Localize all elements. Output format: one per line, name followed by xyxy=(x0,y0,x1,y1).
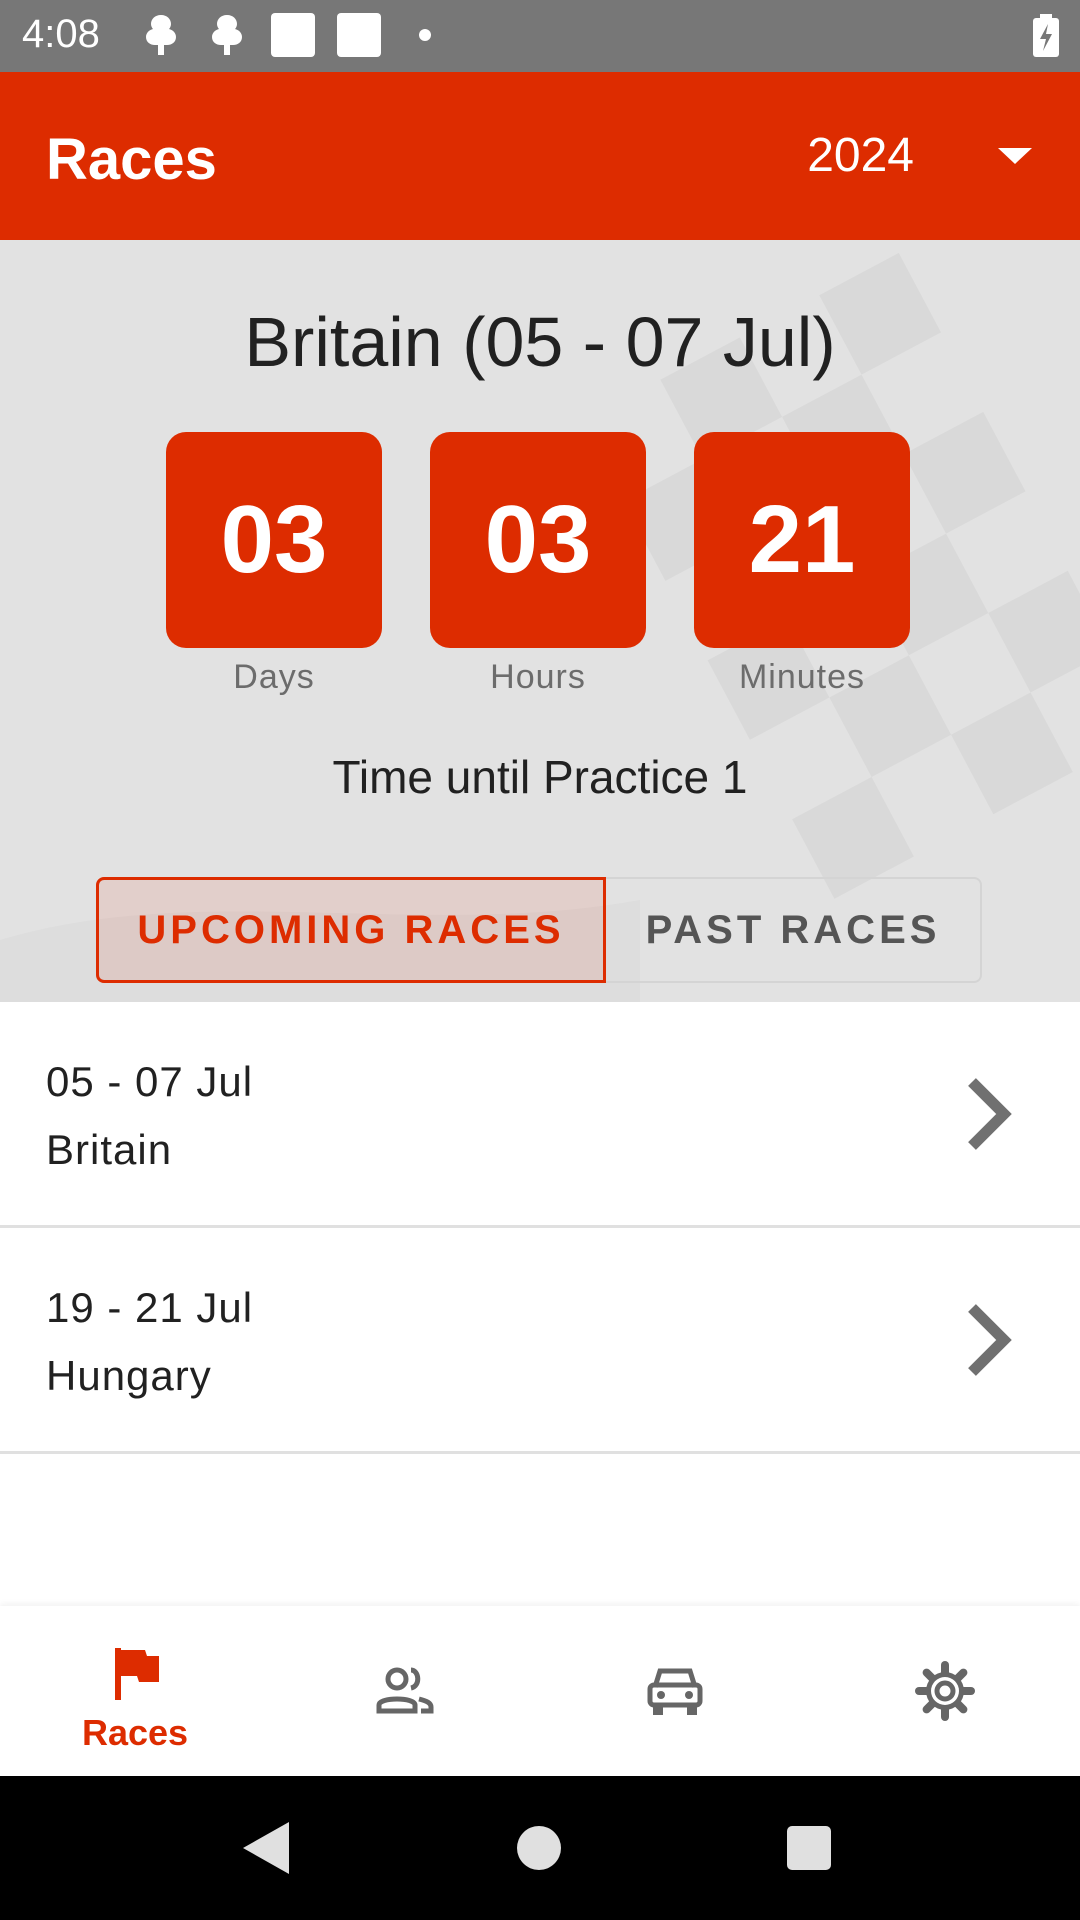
page-title: Races xyxy=(46,127,217,192)
status-time: 4:08 xyxy=(22,12,100,56)
home-icon[interactable] xyxy=(503,1812,575,1884)
dot-icon xyxy=(402,12,448,58)
arrow-drop-down-icon xyxy=(998,146,1032,166)
nav-item-drivers[interactable] xyxy=(270,1606,540,1776)
countdown-caption: Time until Practice 1 xyxy=(332,751,748,803)
tree-icon xyxy=(138,12,184,58)
countdown-minutes: 21 Minutes xyxy=(694,432,910,697)
countdown-days-label: Days xyxy=(233,658,315,696)
countdown-days-value: 03 xyxy=(166,432,382,648)
countdown-hours-value: 03 xyxy=(430,432,646,648)
square-icon xyxy=(270,12,316,58)
chevron-right-icon xyxy=(966,1302,1014,1378)
app-bar: Races 2024 xyxy=(0,72,1080,240)
race-date: 19 - 21 Jul xyxy=(46,1284,254,1331)
year-selector[interactable]: 2024 xyxy=(807,128,1032,183)
bottom-navigation: Races xyxy=(0,1606,1080,1776)
tab-past-races[interactable]: PAST RACES xyxy=(606,877,982,983)
nav-item-constructors[interactable] xyxy=(540,1606,810,1776)
nav-item-settings[interactable] xyxy=(810,1606,1080,1776)
nav-item-races[interactable]: Races xyxy=(0,1606,270,1776)
status-notification-icons xyxy=(138,12,448,58)
tab-upcoming-races[interactable]: UPCOMING RACES xyxy=(96,877,606,983)
race-name: Britain xyxy=(46,1126,173,1173)
settings-icon xyxy=(915,1661,975,1721)
flag-icon xyxy=(105,1644,165,1704)
next-race-heading: Britain (05 - 07 Jul) xyxy=(244,303,836,381)
race-list: 05 - 07 Jul Britain 19 - 21 Jul Hungary xyxy=(0,1002,1080,1454)
countdown-days: 03 Days xyxy=(166,432,382,697)
countdown-minutes-label: Minutes xyxy=(738,658,866,696)
chevron-right-icon xyxy=(966,1076,1014,1152)
countdown-hours-label: Hours xyxy=(490,658,586,696)
year-value: 2024 xyxy=(807,129,914,182)
tree-icon xyxy=(204,12,250,58)
race-tabs: UPCOMING RACES PAST RACES xyxy=(96,877,982,983)
list-item[interactable]: 05 - 07 Jul Britain xyxy=(0,1002,1080,1228)
recents-icon[interactable] xyxy=(773,1812,845,1884)
countdown-minutes-value: 21 xyxy=(694,432,910,648)
battery-charging-icon xyxy=(1032,14,1060,58)
square-icon xyxy=(336,12,382,58)
countdown: 03 Days 03 Hours 21 Minutes xyxy=(166,432,910,697)
nav-label-races: Races xyxy=(81,1712,189,1753)
next-race-panel: Britain (05 - 07 Jul) 03 Days 03 Hours 2… xyxy=(0,240,1080,1002)
people-icon xyxy=(375,1661,435,1721)
list-item[interactable]: 19 - 21 Jul Hungary xyxy=(0,1228,1080,1454)
back-icon[interactable] xyxy=(229,1812,301,1884)
car-icon xyxy=(645,1661,705,1721)
system-navigation-bar xyxy=(0,1776,1080,1920)
race-date: 05 - 07 Jul xyxy=(46,1058,254,1105)
status-bar: 4:08 xyxy=(0,0,1080,72)
race-name: Hungary xyxy=(46,1352,212,1399)
countdown-hours: 03 Hours xyxy=(430,432,646,697)
